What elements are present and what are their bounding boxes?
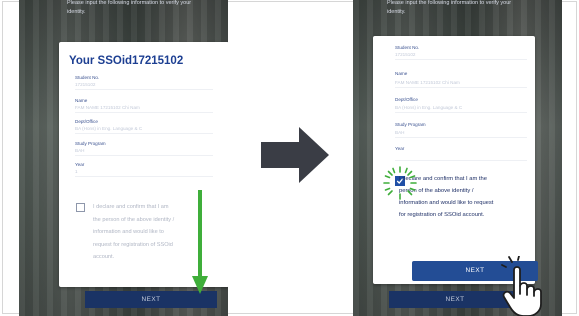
hand-pointer-icon bbox=[501, 256, 542, 316]
field-label-study-program: Study Program bbox=[75, 141, 106, 146]
field-label-student-no: Student No. bbox=[395, 45, 420, 50]
divider bbox=[75, 133, 213, 134]
field-label-name: Name bbox=[395, 71, 408, 76]
field-value-study-program: BAH bbox=[395, 130, 405, 135]
field-value-year: 1 bbox=[75, 169, 78, 174]
divider bbox=[75, 89, 213, 90]
field-label-year: Year bbox=[395, 146, 405, 151]
divider bbox=[75, 155, 213, 156]
field-value-study-program: BAH bbox=[75, 148, 85, 153]
field-value-name: FAM NAME 17215102 Chi Nam bbox=[75, 105, 140, 110]
divider bbox=[395, 137, 527, 138]
field-label-name: Name bbox=[75, 98, 88, 103]
declaration-checkbox[interactable] bbox=[76, 203, 85, 212]
declaration-text: I declare and confirm that I am the pers… bbox=[93, 204, 175, 260]
header-instruction: Please input the following information t… bbox=[387, 0, 512, 15]
field-value-dept: BA (Hons) in Eng. Language & C bbox=[75, 126, 143, 131]
right-arrow-icon bbox=[261, 127, 329, 183]
divider bbox=[395, 59, 527, 60]
field-label-dept: Dept/Office bbox=[395, 97, 418, 102]
divider bbox=[395, 87, 527, 88]
field-label-student-no: Student No. bbox=[75, 75, 100, 80]
field-value-name: FAM NAME 17215102 Chi Nam bbox=[395, 80, 460, 85]
field-label-study-program: Study Program bbox=[395, 122, 426, 127]
divider bbox=[75, 176, 213, 177]
divider bbox=[395, 112, 527, 113]
field-value-student-no: 17215102 bbox=[75, 82, 96, 87]
field-label-dept: Dept/Office bbox=[75, 119, 98, 124]
identity-card: Student No. 17215102 Name FAM NAME 17215… bbox=[373, 36, 538, 284]
field-value-student-no: 17215102 bbox=[395, 52, 416, 57]
click-burst-icon bbox=[383, 166, 417, 200]
green-down-arrow-icon bbox=[192, 190, 208, 294]
field-value-dept: BA (Hons) in Eng. Language & C bbox=[395, 105, 463, 110]
header-instruction: Please input the following information t… bbox=[67, 0, 192, 15]
field-label-year: Year bbox=[75, 162, 85, 167]
ssoid-title: Your SSOid17215102 bbox=[69, 55, 184, 67]
divider bbox=[395, 160, 527, 161]
divider bbox=[75, 112, 213, 113]
